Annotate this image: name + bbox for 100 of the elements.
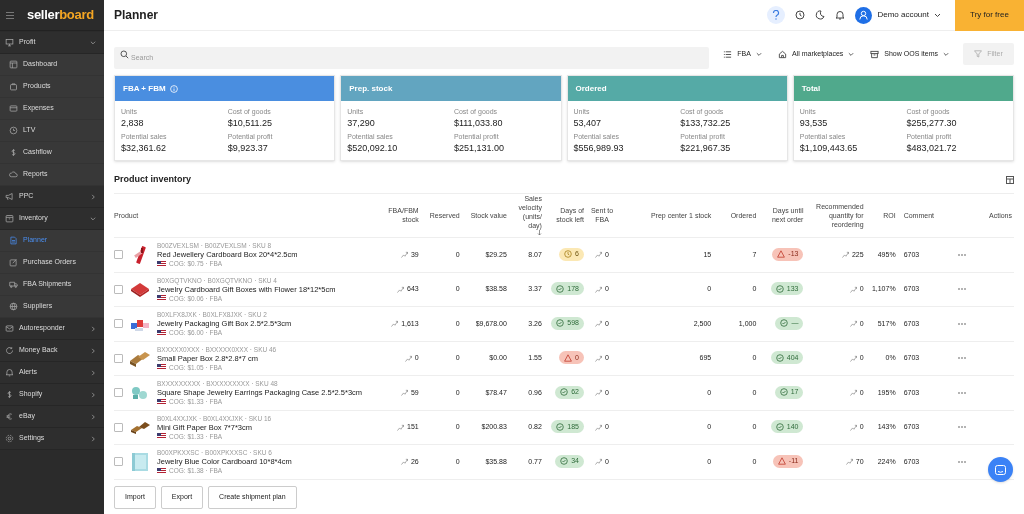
trend-icon[interactable] bbox=[397, 423, 404, 431]
flag-icon bbox=[157, 398, 166, 405]
trend-icon[interactable] bbox=[595, 285, 603, 293]
field-value: $10,511.25 bbox=[227, 117, 273, 129]
flag-icon bbox=[157, 329, 166, 336]
trend-icon[interactable] bbox=[595, 320, 603, 328]
checkbox[interactable] bbox=[114, 353, 123, 363]
trend-icon[interactable] bbox=[400, 458, 408, 466]
checkbox[interactable] bbox=[114, 284, 123, 294]
refresh-icon bbox=[5, 346, 14, 355]
menu-icon[interactable] bbox=[5, 10, 15, 20]
trend-icon[interactable] bbox=[595, 389, 603, 397]
clock-icon[interactable] bbox=[795, 10, 806, 20]
mail-icon bbox=[5, 324, 14, 333]
clock-icon bbox=[9, 126, 18, 135]
check-circle-icon bbox=[780, 319, 789, 328]
box-icon bbox=[5, 214, 14, 223]
chat-button[interactable] bbox=[988, 457, 1013, 482]
trend-icon[interactable] bbox=[400, 251, 408, 259]
more-icon[interactable] bbox=[957, 391, 966, 394]
more-icon[interactable] bbox=[957, 460, 966, 463]
trend-icon[interactable] bbox=[845, 458, 853, 466]
logo: sellerboard bbox=[27, 6, 94, 25]
account-name[interactable]: Demo account bbox=[877, 9, 929, 21]
checkbox[interactable] bbox=[114, 457, 123, 467]
chevron-down-icon bbox=[755, 51, 762, 57]
monitor-icon bbox=[5, 38, 14, 47]
checkbox[interactable] bbox=[114, 388, 123, 398]
filter-icon bbox=[974, 50, 983, 58]
checkbox[interactable] bbox=[114, 422, 123, 432]
field-value: $251,131.00 bbox=[453, 142, 505, 154]
warning-icon bbox=[777, 250, 786, 259]
checkbox[interactable] bbox=[114, 319, 123, 329]
field-value: 37,290 bbox=[347, 117, 376, 129]
trend-icon[interactable] bbox=[849, 354, 857, 362]
trend-icon[interactable] bbox=[400, 389, 408, 397]
checkbox[interactable] bbox=[114, 250, 123, 260]
trend-icon[interactable] bbox=[595, 423, 603, 431]
field-value: 53,407 bbox=[573, 117, 603, 129]
flag-icon bbox=[157, 433, 166, 440]
trend-icon[interactable] bbox=[849, 423, 857, 431]
trend-icon[interactable] bbox=[849, 389, 857, 397]
check-circle-icon bbox=[779, 388, 788, 397]
card-icon bbox=[9, 104, 18, 113]
euro-icon bbox=[5, 412, 14, 421]
check-circle-icon bbox=[775, 353, 784, 362]
columns-icon[interactable] bbox=[1006, 175, 1014, 184]
bell-icon[interactable] bbox=[835, 10, 846, 20]
field-value: $520,092.10 bbox=[347, 142, 399, 154]
chevron-down-icon bbox=[943, 51, 949, 57]
check-circle-icon bbox=[556, 284, 565, 293]
more-icon[interactable] bbox=[957, 357, 966, 360]
field-value: 2,838 bbox=[121, 117, 145, 129]
section-title: Product inventory bbox=[114, 173, 191, 186]
try-for-free-button[interactable]: Try for free bbox=[955, 0, 1024, 31]
trend-icon[interactable] bbox=[849, 285, 857, 293]
check-circle-icon bbox=[556, 319, 565, 328]
trend-icon[interactable] bbox=[595, 251, 603, 259]
document-icon bbox=[9, 236, 18, 245]
trend-icon[interactable] bbox=[595, 354, 603, 362]
flag-icon bbox=[157, 364, 166, 371]
trend-icon[interactable] bbox=[397, 285, 404, 293]
trend-icon[interactable] bbox=[849, 320, 857, 328]
search-icon bbox=[120, 49, 129, 59]
chevron-down-icon[interactable] bbox=[934, 12, 941, 18]
globe-icon bbox=[9, 302, 18, 311]
help-button[interactable] bbox=[767, 6, 786, 24]
trend-icon[interactable] bbox=[595, 458, 603, 466]
bell-icon bbox=[5, 368, 14, 377]
card-header: FBA + FBM bbox=[115, 76, 335, 101]
page-title: Planner bbox=[114, 7, 159, 24]
warning-icon bbox=[564, 353, 573, 362]
avatar-icon[interactable] bbox=[855, 6, 873, 24]
house-icon bbox=[777, 49, 787, 59]
card-header: Prep. stock bbox=[341, 76, 561, 101]
trend-icon[interactable] bbox=[391, 320, 399, 328]
field-value: $32,361.62 bbox=[121, 142, 168, 154]
edit-icon bbox=[9, 258, 18, 267]
check-circle-icon bbox=[560, 457, 569, 466]
field-value: $221,967.35 bbox=[680, 142, 732, 154]
more-icon[interactable] bbox=[957, 253, 966, 256]
field-value: $255,277.30 bbox=[906, 117, 958, 129]
truck-icon bbox=[9, 280, 18, 289]
trend-icon[interactable] bbox=[404, 354, 412, 362]
more-icon[interactable] bbox=[957, 322, 966, 325]
sort-arrow-icon[interactable] bbox=[536, 230, 542, 237]
moon-icon[interactable] bbox=[815, 10, 826, 20]
check-circle-icon bbox=[775, 422, 784, 431]
trend-icon[interactable] bbox=[841, 251, 849, 259]
check-circle-icon bbox=[556, 422, 565, 431]
info-icon[interactable] bbox=[169, 84, 178, 93]
dollar-icon bbox=[5, 390, 14, 399]
field-value: $9,923.37 bbox=[227, 142, 269, 154]
bag-icon bbox=[9, 82, 18, 91]
more-icon[interactable] bbox=[957, 288, 966, 291]
check-circle-icon bbox=[775, 284, 784, 293]
more-icon[interactable] bbox=[957, 426, 966, 429]
card-header: Total bbox=[793, 76, 1013, 101]
dollar-icon bbox=[9, 148, 18, 157]
flag-icon bbox=[157, 295, 166, 302]
